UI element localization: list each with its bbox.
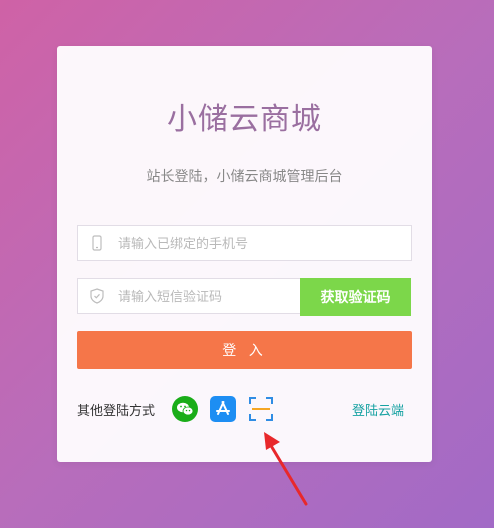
- app-store-icon[interactable]: [210, 396, 236, 422]
- page-title: 小储云商城: [167, 102, 322, 137]
- get-code-button[interactable]: 获取验证码: [300, 278, 411, 316]
- cloud-login-link[interactable]: 登陆云端: [352, 400, 404, 419]
- other-login-label: 其他登陆方式: [77, 404, 156, 419]
- login-card: 小储云商城 站长登陆，小储云商城管理后台 获取验证码 登 入 其他登陆方式: [57, 46, 432, 462]
- scan-icon[interactable]: [248, 396, 274, 422]
- annotation-arrow: [264, 432, 308, 506]
- phone-icon: [92, 235, 102, 251]
- shield-icon: [90, 288, 104, 304]
- login-button[interactable]: 登 入: [77, 331, 412, 369]
- phone-input[interactable]: [116, 226, 370, 262]
- sms-code-field[interactable]: [77, 278, 370, 315]
- wechat-icon[interactable]: [172, 396, 198, 422]
- page-subtitle: 站长登陆，小储云商城管理后台: [146, 169, 343, 185]
- phone-field[interactable]: [77, 225, 412, 262]
